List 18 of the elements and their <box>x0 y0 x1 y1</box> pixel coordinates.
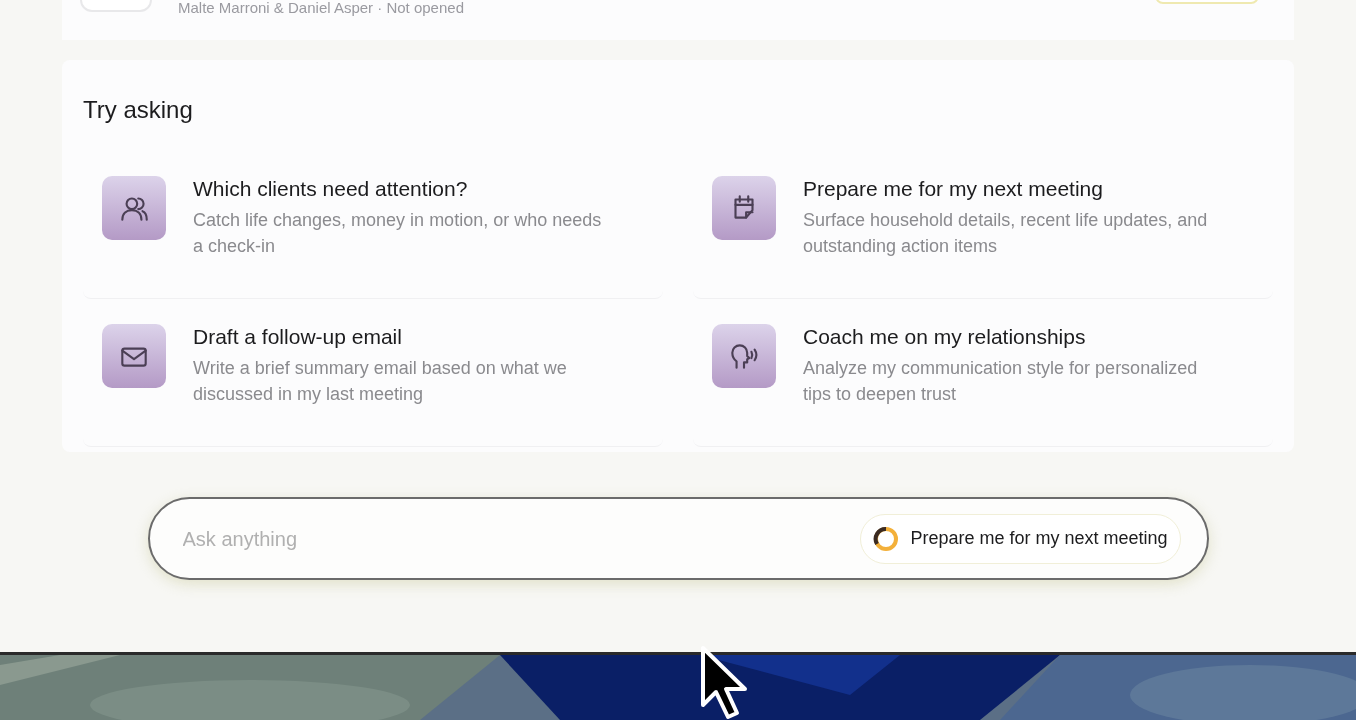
loading-spinner-icon <box>873 525 900 552</box>
suggestion-card[interactable]: Draft a follow-up email Write a brief summary email based on what we discussed in my last meeting <box>83 312 663 447</box>
ask-input[interactable]: Ask anything <box>182 523 861 554</box>
section-heading: Try asking <box>83 96 194 124</box>
suggestion-card[interactable]: Coach me on my relationships Analyze my communication style for personalized tips to deepen trust <box>693 312 1273 447</box>
suggestion-card[interactable]: Which clients need attention? Catch life changes, money in motion, or who needs a check-in <box>83 164 663 299</box>
suggestion-title: Draft a follow-up email <box>193 324 403 350</box>
suggestion-description: Surface household details, recent life updates, and outstanding action items <box>803 209 1209 258</box>
suggestion-description: Analyze my communication style for personalized tips to deepen trust <box>803 357 1199 406</box>
suggestion-chip[interactable]: Prepare me for my next meeting <box>860 513 1181 564</box>
suggestion-description: Write a brief summary email based on what we discussed in my last meeting <box>193 357 568 406</box>
item-subtitle: Malte Marroni & Daniel Asper · Not opened <box>178 0 464 16</box>
suggestion-title: Prepare me for my next meeting <box>803 176 1104 202</box>
suggestion-title: Which clients need attention? <box>193 176 469 202</box>
suggestion-title: Coach me on my relationships <box>803 324 1087 350</box>
prompt-bar[interactable]: Ask anything Prepare me for my next meeting <box>147 497 1209 580</box>
suggestion-card[interactable]: Prepare me for my next meeting Surface household details, recent life updates, and outstanding action items <box>693 164 1273 299</box>
suggestion-description: Catch life changes, money in motion, or who needs a check-in <box>193 209 603 258</box>
